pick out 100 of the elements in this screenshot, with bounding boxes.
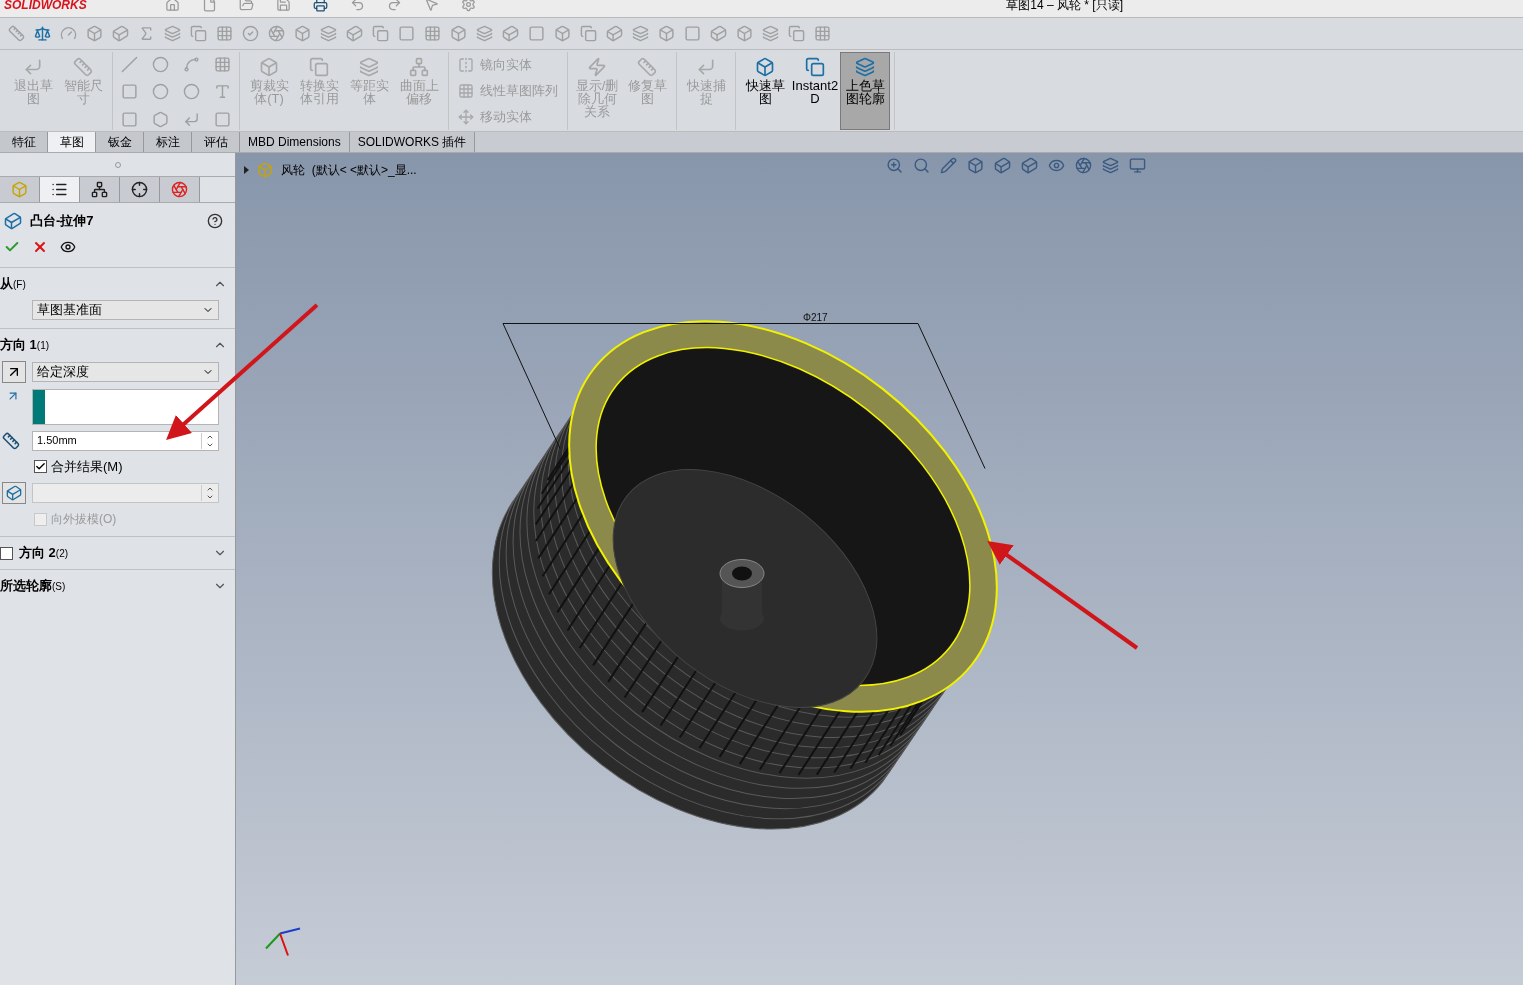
section-header[interactable]: 从(F) — [0, 275, 235, 292]
copy-icon[interactable] — [788, 25, 805, 42]
box-icon[interactable] — [554, 25, 571, 42]
ribbon-command[interactable]: Instant2D — [790, 52, 840, 130]
checkbox-label: 合并结果(M) — [51, 457, 123, 476]
monitor-icon[interactable] — [1129, 157, 1146, 174]
scale-icon[interactable] — [34, 25, 51, 42]
tree-icon — [91, 181, 108, 198]
fillet-icon[interactable] — [183, 110, 200, 128]
cube-icon[interactable] — [994, 157, 1011, 174]
home-icon[interactable] — [165, 0, 180, 12]
rectangle-icon[interactable] — [121, 83, 138, 101]
eye-icon[interactable] — [1048, 157, 1065, 174]
grid-icon[interactable] — [216, 25, 233, 42]
square-icon[interactable] — [684, 25, 701, 42]
tab[interactable]: 草图 — [48, 132, 96, 152]
copy-icon[interactable] — [580, 25, 597, 42]
reverse-direction-button[interactable] — [2, 360, 26, 383]
tab[interactable]: MBD Dimensions — [240, 132, 350, 152]
search-icon[interactable] — [913, 157, 930, 174]
ruler-icon[interactable] — [8, 25, 25, 42]
print-icon[interactable] — [313, 0, 328, 12]
tab[interactable]: 标注 — [144, 132, 192, 152]
layers-icon[interactable] — [164, 25, 181, 42]
section-header[interactable]: 所选轮廓(S) — [0, 578, 235, 594]
box-icon[interactable] — [736, 25, 753, 42]
new-file-icon[interactable] — [202, 0, 217, 12]
selection-box[interactable] — [32, 388, 219, 425]
command-icon — [23, 57, 43, 77]
copy-icon[interactable] — [190, 25, 207, 42]
section-header[interactable]: 方向 1(1) — [0, 336, 235, 353]
model-tree-label[interactable]: 风轮 (默认< <默认>_显... — [281, 161, 417, 179]
zoom-icon[interactable] — [886, 157, 903, 174]
slot-icon[interactable] — [121, 110, 138, 128]
dropdown[interactable]: 给定深度 — [32, 361, 219, 382]
layers-icon[interactable] — [320, 25, 337, 42]
layers-icon[interactable] — [762, 25, 779, 42]
command-icon — [309, 57, 329, 77]
settings-icon[interactable] — [461, 0, 476, 12]
cube-icon[interactable] — [112, 25, 129, 42]
folder-icon[interactable] — [239, 0, 254, 12]
text-icon[interactable] — [214, 83, 231, 101]
copy-icon[interactable] — [372, 25, 389, 42]
panel-tab[interactable] — [120, 177, 160, 202]
expand-arrow-icon[interactable] — [244, 166, 249, 174]
ellipse-icon[interactable] — [183, 83, 200, 101]
redo-icon[interactable] — [387, 0, 402, 12]
dimension-text: Φ217 — [803, 311, 828, 323]
box-icon[interactable] — [967, 157, 984, 174]
cube-icon[interactable] — [710, 25, 727, 42]
section-header[interactable]: 方向 2(2) — [0, 545, 235, 561]
line-icon[interactable] — [121, 56, 138, 73]
square-icon[interactable] — [528, 25, 545, 42]
gauge-icon[interactable] — [60, 25, 77, 42]
circle-icon[interactable] — [152, 56, 169, 73]
draft-angle-field[interactable] — [32, 483, 219, 503]
tab[interactable]: SOLIDWORKS 插件 — [349, 132, 476, 152]
cube-icon[interactable] — [606, 25, 623, 42]
check-circle-icon[interactable] — [242, 25, 259, 42]
layers-icon[interactable] — [476, 25, 493, 42]
grid-icon[interactable] — [814, 25, 831, 42]
cube-icon — [6, 485, 22, 501]
save-icon[interactable] — [276, 0, 291, 12]
cube-icon[interactable] — [502, 25, 519, 42]
help-icon[interactable] — [207, 212, 223, 229]
square-icon[interactable] — [398, 25, 415, 42]
panel-tab[interactable] — [80, 177, 120, 202]
layers-icon[interactable] — [1102, 157, 1119, 174]
undo-icon[interactable] — [350, 0, 365, 12]
box-icon[interactable] — [658, 25, 675, 42]
triad-icon — [265, 927, 301, 957]
polygon-icon[interactable] — [152, 110, 169, 128]
spline-icon[interactable] — [183, 56, 200, 73]
aperture-icon[interactable] — [268, 25, 285, 42]
pencil-icon[interactable] — [940, 157, 957, 174]
point-icon[interactable] — [214, 110, 231, 128]
ribbon-command[interactable]: 上色草图轮廓 — [840, 52, 890, 130]
aperture-icon[interactable] — [1075, 157, 1092, 174]
tab[interactable]: 特征 — [0, 132, 48, 152]
draft-button[interactable] — [2, 482, 26, 504]
tab[interactable]: 评估 — [192, 132, 240, 152]
dropdown[interactable]: 草图基准面 — [32, 299, 219, 320]
pointer-icon[interactable] — [424, 0, 439, 12]
checkbox[interactable] — [34, 459, 47, 473]
cube-icon[interactable] — [1021, 157, 1038, 174]
box-icon[interactable] — [294, 25, 311, 42]
cube-icon[interactable] — [346, 25, 363, 42]
tab[interactable]: 钣金 — [96, 132, 144, 152]
box-icon[interactable] — [86, 25, 103, 42]
arc-icon[interactable] — [152, 83, 169, 101]
panel-tab[interactable] — [40, 177, 80, 202]
depth-field[interactable]: 1.50mm — [32, 430, 219, 451]
box-icon[interactable] — [450, 25, 467, 42]
app-logo: SOLIDWORKS — [3, 0, 88, 14]
layers-icon[interactable] — [632, 25, 649, 42]
ribbon-command[interactable]: 快速草图 — [740, 52, 790, 130]
grid-icon[interactable] — [424, 25, 441, 42]
grid-icon[interactable] — [214, 56, 231, 73]
checkbox[interactable] — [0, 546, 13, 560]
command-icon — [855, 57, 875, 77]
